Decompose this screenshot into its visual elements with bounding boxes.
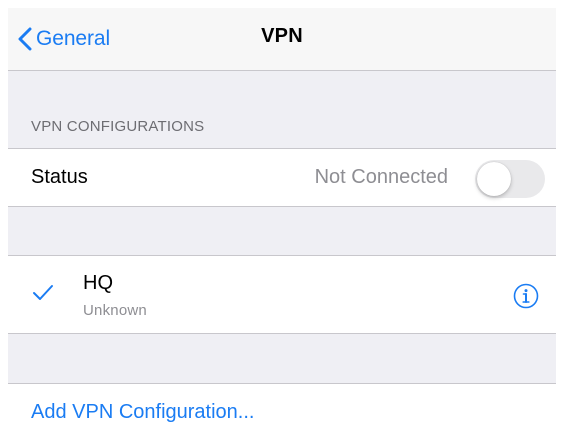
status-row: Status Not Connected (8, 148, 556, 207)
vpn-settings-screen: General VPN VPN CONFIGURATIONS Status No… (8, 8, 556, 440)
vpn-configuration-row[interactable]: HQ Unknown (8, 255, 556, 334)
status-label: Status (31, 166, 88, 188)
checkmark-icon (32, 284, 54, 302)
navigation-bar: General VPN (8, 8, 556, 71)
info-icon[interactable] (513, 283, 539, 309)
add-vpn-configuration-row[interactable]: Add VPN Configuration... (8, 383, 556, 440)
vpn-status: Unknown (83, 302, 147, 319)
page-title: VPN (261, 25, 303, 47)
status-value: Not Connected (314, 166, 448, 188)
section-header-vpn-configurations: VPN CONFIGURATIONS (31, 118, 205, 135)
toggle-knob (477, 162, 511, 196)
vpn-name: HQ (83, 272, 113, 294)
add-vpn-configuration-label: Add VPN Configuration... (31, 401, 255, 423)
vpn-connection-toggle[interactable] (475, 160, 545, 198)
